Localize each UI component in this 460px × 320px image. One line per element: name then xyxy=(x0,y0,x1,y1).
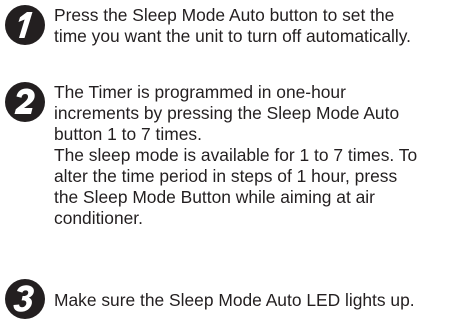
step-1-text: Press the Sleep Mode Auto button to set … xyxy=(54,5,458,47)
step-3-icon xyxy=(4,278,46,320)
step-2-icon xyxy=(4,81,46,123)
text-line: The Timer is programmed in one-hour xyxy=(54,82,346,102)
step-2-text: The Timer is programmed in one-hour incr… xyxy=(54,82,458,229)
step-1-icon xyxy=(4,4,46,46)
text-line: conditioner. xyxy=(54,208,143,228)
text-line: Press the Sleep Mode Auto button to set … xyxy=(54,5,395,25)
text-line: time you want the unit to turn off autom… xyxy=(54,26,412,46)
step-3-text: Make sure the Sleep Mode Auto LED lights… xyxy=(54,290,458,311)
text-line: increments by pressing the Sleep Mode Au… xyxy=(54,103,400,123)
text-line: the Sleep Mode Button while aiming at ai… xyxy=(54,187,375,207)
text-line: alter the time period in steps of 1 hour… xyxy=(54,166,398,186)
text-line: The sleep mode is available for 1 to 7 t… xyxy=(54,145,418,165)
text-line: Make sure the Sleep Mode Auto LED lights… xyxy=(54,290,415,310)
text-line: button 1 to 7 times. xyxy=(54,124,202,144)
